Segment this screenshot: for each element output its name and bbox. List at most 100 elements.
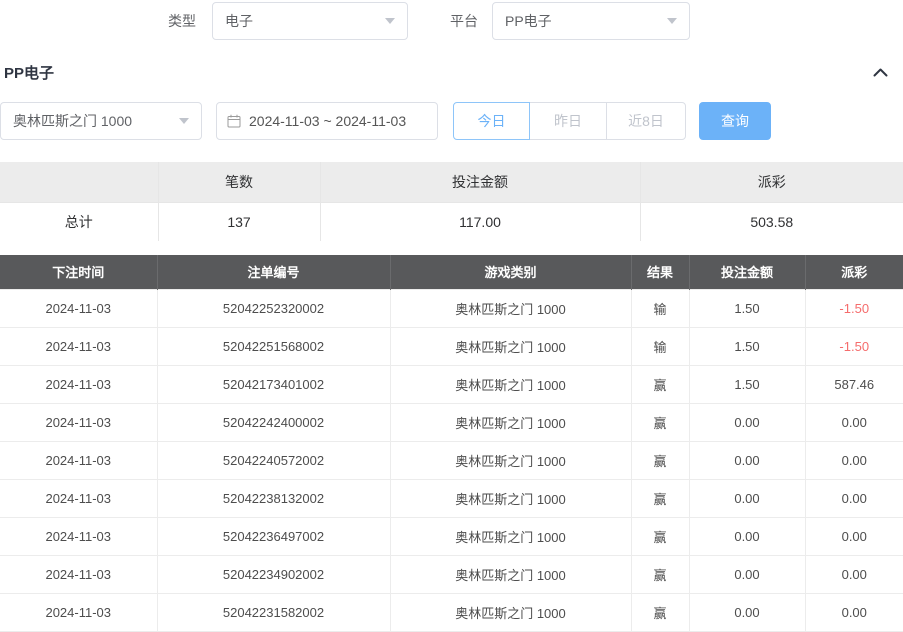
cell-order-no: 52042251568002 [157,327,390,365]
cell-game-type: 奥林匹斯之门 1000 [390,365,631,403]
platform-select[interactable]: PP电子 [492,2,690,40]
cell-game-type: 奥林匹斯之门 1000 [390,403,631,441]
bet-table-header-row: 下注时间 注单编号 游戏类别 结果 投注金额 派彩 [0,255,903,289]
cell-payout: -1.50 [805,327,903,365]
cell-result: 赢 [631,365,689,403]
chevron-up-icon [873,68,888,77]
cell-result: 赢 [631,517,689,555]
summary-header-count: 笔数 [158,162,320,202]
cell-bet-amount: 1.50 [689,289,805,327]
table-row: 2024-11-03 52042234902002 奥林匹斯之门 1000 赢 … [0,555,903,593]
cell-order-no: 52042252320002 [157,289,390,327]
table-row: 2024-11-03 52042251568002 奥林匹斯之门 1000 输 … [0,327,903,365]
summary-header-blank [0,162,158,202]
query-filter-row: 奥林匹斯之门 1000 2024-11-03 ~ 2024-11-03 今日 昨… [0,102,903,140]
game-select-value: 奥林匹斯之门 1000 [13,111,132,131]
chevron-down-icon [385,18,395,24]
cell-result: 输 [631,327,689,365]
table-row: 2024-11-03 52042240572002 奥林匹斯之门 1000 赢 … [0,441,903,479]
cell-order-no: 52042234902002 [157,555,390,593]
cell-order-no: 52042236497002 [157,517,390,555]
cell-bet-date: 2024-11-03 [0,365,157,403]
date-range-value: 2024-11-03 ~ 2024-11-03 [249,113,406,129]
cell-result: 输 [631,289,689,327]
table-row: 2024-11-03 52042238132002 奥林匹斯之门 1000 赢 … [0,479,903,517]
summary-header-payout: 派彩 [640,162,903,202]
chevron-down-icon [667,18,677,24]
cell-bet-date: 2024-11-03 [0,327,157,365]
table-row: 2024-11-03 52042252320002 奥林匹斯之门 1000 输 … [0,289,903,327]
today-button[interactable]: 今日 [453,102,530,140]
bet-table-body: 2024-11-03 52042252320002 奥林匹斯之门 1000 输 … [0,289,903,631]
quick-range-button-group: 今日 昨日 近8日 [453,102,686,140]
summary-count-value: 137 [158,202,320,241]
summary-total-label: 总计 [0,202,158,241]
cell-bet-amount: 1.50 [689,327,805,365]
table-row: 2024-11-03 52042231582002 奥林匹斯之门 1000 赢 … [0,593,903,631]
search-button[interactable]: 查询 [699,102,771,140]
cell-game-type: 奥林匹斯之门 1000 [390,517,631,555]
type-select-value: 电子 [225,11,253,31]
top-filter-bar: 类型 电子 平台 PP电子 [0,0,903,40]
summary-payout-value: 503.58 [640,202,903,241]
section-title: PP电子 [4,62,54,83]
cell-bet-amount: 0.00 [689,403,805,441]
header-bet-amount: 投注金额 [689,255,805,289]
yesterday-button[interactable]: 昨日 [529,102,607,140]
cell-bet-date: 2024-11-03 [0,593,157,631]
table-row: 2024-11-03 52042242400002 奥林匹斯之门 1000 赢 … [0,403,903,441]
cell-order-no: 52042238132002 [157,479,390,517]
cell-bet-amount: 0.00 [689,593,805,631]
cell-bet-date: 2024-11-03 [0,441,157,479]
type-select[interactable]: 电子 [212,2,408,40]
header-payout: 派彩 [805,255,903,289]
table-row: 2024-11-03 52042236497002 奥林匹斯之门 1000 赢 … [0,517,903,555]
cell-game-type: 奥林匹斯之门 1000 [390,289,631,327]
cell-result: 赢 [631,403,689,441]
game-select[interactable]: 奥林匹斯之门 1000 [0,102,202,140]
cell-bet-amount: 0.00 [689,479,805,517]
cell-game-type: 奥林匹斯之门 1000 [390,593,631,631]
cell-order-no: 52042173401002 [157,365,390,403]
cell-bet-date: 2024-11-03 [0,289,157,327]
cell-payout: 0.00 [805,555,903,593]
chevron-down-icon [179,118,189,124]
cell-bet-date: 2024-11-03 [0,555,157,593]
summary-header-bet-amount: 投注金额 [320,162,640,202]
collapse-section-button[interactable] [873,68,888,77]
header-result: 结果 [631,255,689,289]
cell-result: 赢 [631,479,689,517]
summary-header-row: 笔数 投注金额 派彩 [0,162,903,202]
cell-result: 赢 [631,441,689,479]
cell-game-type: 奥林匹斯之门 1000 [390,327,631,365]
cell-bet-amount: 0.00 [689,555,805,593]
table-row: 2024-11-03 52042173401002 奥林匹斯之门 1000 赢 … [0,365,903,403]
cell-game-type: 奥林匹斯之门 1000 [390,441,631,479]
header-bet-time: 下注时间 [0,255,157,289]
header-order-no: 注单编号 [157,255,390,289]
cell-result: 赢 [631,555,689,593]
cell-game-type: 奥林匹斯之门 1000 [390,555,631,593]
cell-payout: 0.00 [805,593,903,631]
cell-payout: 0.00 [805,403,903,441]
cell-payout: -1.50 [805,289,903,327]
cell-bet-amount: 1.50 [689,365,805,403]
cell-bet-date: 2024-11-03 [0,517,157,555]
date-range-picker[interactable]: 2024-11-03 ~ 2024-11-03 [216,102,438,140]
summary-bet-amount-value: 117.00 [320,202,640,241]
cell-payout: 0.00 [805,441,903,479]
cell-bet-amount: 0.00 [689,517,805,555]
cell-order-no: 52042240572002 [157,441,390,479]
calendar-icon [227,114,241,128]
bet-records-table: 下注时间 注单编号 游戏类别 结果 投注金额 派彩 2024-11-03 520… [0,255,903,632]
cell-bet-date: 2024-11-03 [0,403,157,441]
cell-payout: 587.46 [805,365,903,403]
cell-payout: 0.00 [805,517,903,555]
last-8-days-button[interactable]: 近8日 [606,102,686,140]
cell-order-no: 52042242400002 [157,403,390,441]
summary-table: 笔数 投注金额 派彩 总计 137 117.00 503.58 [0,162,903,241]
platform-select-value: PP电子 [505,11,552,31]
cell-result: 赢 [631,593,689,631]
platform-label: 平台 [450,11,478,31]
cell-bet-amount: 0.00 [689,441,805,479]
